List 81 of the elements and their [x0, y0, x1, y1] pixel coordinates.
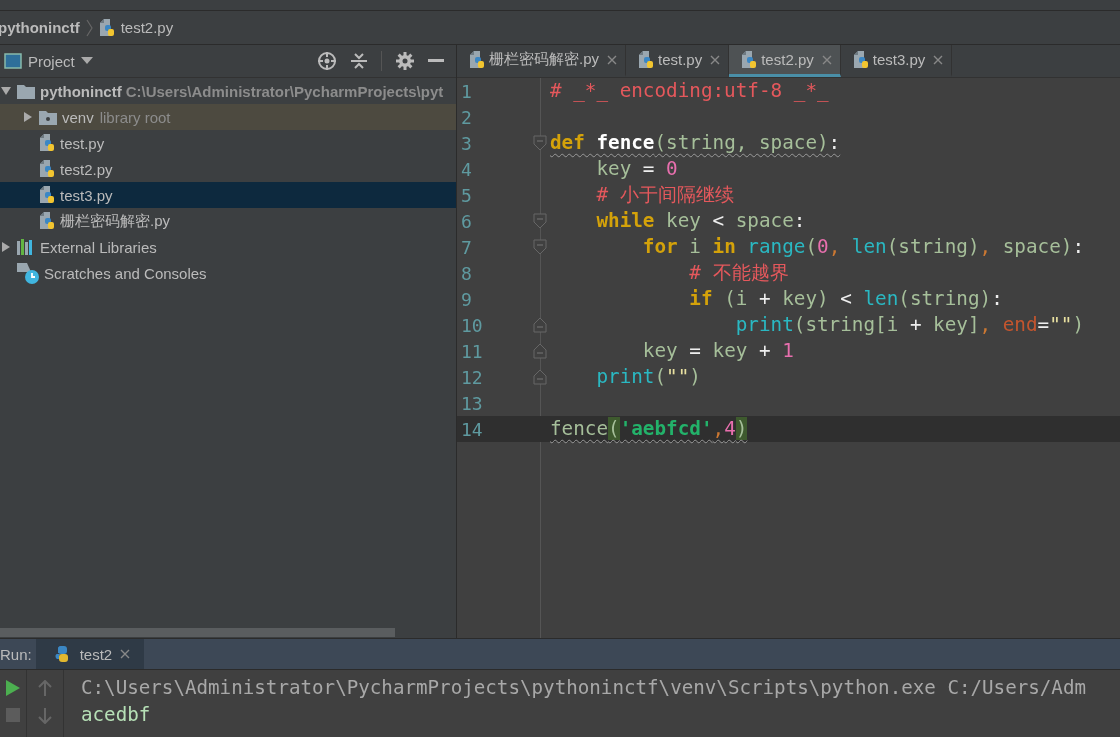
locate-icon[interactable] — [317, 51, 337, 71]
code-line: for i in range(0, len(string), space): — [641, 234, 1085, 260]
python-file-icon — [741, 50, 758, 69]
code-line: if (i + key) < len(string): — [688, 286, 1003, 312]
tree-item[interactable]: test3.py — [0, 182, 456, 208]
tree-item[interactable]: venv library root — [0, 104, 456, 130]
line-number: 7 — [460, 236, 473, 258]
minimize-icon[interactable] — [428, 59, 444, 63]
editor-tab[interactable]: test2.py — [729, 45, 841, 77]
editor-tab[interactable]: test3.py — [840, 45, 953, 77]
line-number: 9 — [460, 288, 473, 310]
tree-item[interactable]: test.py — [0, 130, 456, 156]
close-icon[interactable] — [821, 54, 832, 65]
editor-tab[interactable]: 栅栏密码解密.py — [457, 45, 626, 77]
tree-item[interactable]: pythoninctf C:\Users\Administrator\PycharmProjects\pyt — [0, 78, 456, 104]
close-icon[interactable] — [607, 54, 617, 65]
code-line: print("") — [595, 364, 701, 390]
up-arrow-icon[interactable] — [38, 680, 52, 696]
python-file-icon — [39, 212, 55, 230]
line-number: 12 — [460, 366, 484, 388]
fold-marker-icon[interactable] — [533, 317, 547, 333]
settings-icon[interactable] — [396, 52, 414, 70]
code-line: # _*_ encoding:utf-8 _*_ — [549, 78, 829, 104]
line-number: 13 — [460, 392, 484, 414]
fold-marker-icon[interactable] — [533, 213, 547, 229]
tree-item[interactable]: 栅栏密码解密.py — [0, 208, 456, 234]
code-line: key = key + 1 — [641, 338, 794, 364]
line-number: 2 — [460, 106, 473, 128]
python-file-icon — [39, 160, 55, 178]
collapse-all-icon[interactable] — [351, 52, 367, 70]
code-line: key = 0 — [595, 156, 678, 182]
line-number: 3 — [460, 132, 473, 154]
window-icon — [4, 53, 22, 69]
line-number: 6 — [460, 210, 473, 232]
line-number: 5 — [460, 184, 473, 206]
code-line: print(string[i + key], end="") — [734, 312, 1084, 338]
line-number: 1 — [460, 80, 473, 102]
code-line: def fence(string, space): — [549, 130, 841, 156]
python-file-icon — [469, 50, 485, 69]
code-line: # 小于间隔继续 — [595, 182, 734, 208]
tree-item[interactable]: Scratches and Consoles — [0, 260, 456, 286]
python-file-icon — [98, 18, 115, 37]
run-icon[interactable] — [6, 680, 20, 696]
line-number: 10 — [460, 314, 484, 336]
expanded-arrow-icon[interactable] — [1, 86, 11, 96]
collapsed-arrow-icon[interactable] — [1, 242, 11, 252]
scratches-icon — [17, 262, 39, 284]
tree-item[interactable]: test2.py — [0, 156, 456, 182]
caret-icon — [80, 57, 93, 65]
python-file-icon — [39, 186, 55, 204]
breadcrumb-item[interactable]: test2.py — [120, 19, 174, 36]
library-icon — [17, 239, 35, 255]
console-output: acedbf — [81, 702, 152, 728]
line-number: 11 — [460, 340, 484, 362]
fold-marker-icon[interactable] — [533, 369, 547, 385]
fold-marker-icon[interactable] — [533, 343, 547, 359]
fold-marker-icon[interactable] — [533, 239, 547, 255]
close-icon[interactable] — [120, 649, 131, 659]
run-label: Run: — [0, 645, 33, 663]
close-icon[interactable] — [710, 54, 721, 65]
project-view-dropdown[interactable]: Project — [4, 52, 93, 70]
python-file-icon — [638, 50, 654, 69]
folder-icon — [17, 83, 35, 99]
line-number: 8 — [460, 262, 473, 284]
collapsed-arrow-icon[interactable] — [23, 112, 33, 122]
line-number: 14 — [460, 418, 484, 440]
chevron-icon — [85, 18, 93, 37]
scrollbar[interactable] — [0, 627, 395, 637]
fold-marker-icon[interactable] — [533, 135, 547, 151]
python-file-icon — [852, 50, 869, 69]
folder-icon — [39, 109, 57, 125]
code-line: fence('aebfcd',4) — [549, 416, 748, 442]
down-arrow-icon[interactable] — [38, 708, 52, 724]
run-tab[interactable]: test2 — [35, 639, 145, 669]
code-line: # 不能越界 — [688, 260, 789, 286]
code-line: while key < space: — [595, 208, 806, 234]
line-number: 4 — [460, 158, 473, 180]
python-file-icon — [39, 134, 55, 152]
tree-item[interactable]: External Libraries — [0, 234, 456, 260]
close-icon[interactable] — [933, 54, 944, 65]
console-command: C:\Users\Administrator\PycharmProjects\pythoninctf\venv\Scripts\python.exe C:/Users/Adm — [81, 675, 1086, 701]
